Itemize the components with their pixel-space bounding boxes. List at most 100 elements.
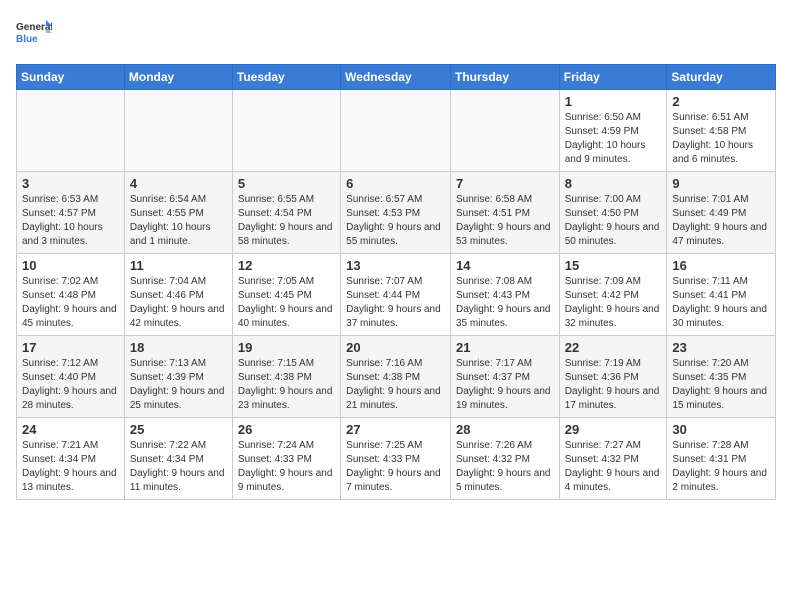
- calendar-cell: 11Sunrise: 7:04 AM Sunset: 4:46 PM Dayli…: [124, 254, 232, 336]
- calendar-week-row: 17Sunrise: 7:12 AM Sunset: 4:40 PM Dayli…: [17, 336, 776, 418]
- calendar-cell: 8 Sunrise: 7:00 AM Sunset: 4:50 PM Daylig…: [559, 172, 667, 254]
- day-number: 8: [565, 176, 662, 191]
- day-info: Sunrise: 7:05 AM Sunset: 4:45 PM Dayligh…: [238, 275, 335, 331]
- calendar-cell: 28Sunrise: 7:26 AM Sunset: 4:32 PM Dayli…: [450, 418, 559, 500]
- day-info: Sunrise: 7:01 AM Sunset: 4:49 PM Dayligh…: [672, 193, 770, 249]
- day-number: 4: [130, 176, 227, 191]
- day-number: 12: [238, 258, 335, 273]
- day-info: Sunrise: 7:26 AM Sunset: 4:32 PM Dayligh…: [456, 439, 554, 495]
- weekday-header: Saturday: [667, 65, 776, 90]
- day-number: 23: [672, 340, 770, 355]
- day-number: 7: [456, 176, 554, 191]
- day-info: Sunrise: 7:11 AM Sunset: 4:41 PM Dayligh…: [672, 275, 770, 331]
- calendar-cell: 10 Sunrise: 7:02 AM Sunset: 4:48 PM Dayli…: [17, 254, 125, 336]
- day-number: 16: [672, 258, 770, 273]
- calendar-cell: [17, 90, 125, 172]
- day-number: 6: [346, 176, 445, 191]
- day-number: 24: [22, 422, 119, 437]
- weekday-header: Wednesday: [341, 65, 451, 90]
- calendar-cell: 17Sunrise: 7:12 AM Sunset: 4:40 PM Dayli…: [17, 336, 125, 418]
- day-number: 29: [565, 422, 662, 437]
- calendar-cell: 24Sunrise: 7:21 AM Sunset: 4:34 PM Dayli…: [17, 418, 125, 500]
- calendar-cell: 27 Sunrise: 7:25 AM Sunset: 4:33 PM Dayli…: [341, 418, 451, 500]
- day-info: Sunrise: 7:08 AM Sunset: 4:43 PM Dayligh…: [456, 275, 554, 331]
- weekday-header: Thursday: [450, 65, 559, 90]
- logo-icon: General Blue: [16, 16, 52, 52]
- day-number: 10: [22, 258, 119, 273]
- day-info: Sunrise: 7:15 AM Sunset: 4:38 PM Dayligh…: [238, 357, 335, 413]
- day-info: Sunrise: 7:24 AM Sunset: 4:33 PM Dayligh…: [238, 439, 335, 495]
- day-info: Sunrise: 6:50 AM Sunset: 4:59 PM Dayligh…: [565, 111, 662, 167]
- day-info: Sunrise: 7:22 AM Sunset: 4:34 PM Dayligh…: [130, 439, 227, 495]
- calendar-cell: [124, 90, 232, 172]
- calendar-cell: 12 Sunrise: 7:05 AM Sunset: 4:45 PM Dayli…: [232, 254, 340, 336]
- day-info: Sunrise: 6:57 AM Sunset: 4:53 PM Dayligh…: [346, 193, 445, 249]
- day-info: Sunrise: 7:12 AM Sunset: 4:40 PM Dayligh…: [22, 357, 119, 413]
- day-info: Sunrise: 7:16 AM Sunset: 4:38 PM Dayligh…: [346, 357, 445, 413]
- day-info: Sunrise: 7:19 AM Sunset: 4:36 PM Dayligh…: [565, 357, 662, 413]
- day-number: 1: [565, 94, 662, 109]
- weekday-header: Tuesday: [232, 65, 340, 90]
- calendar-cell: 1 Sunrise: 6:50 AM Sunset: 4:59 PM Daylig…: [559, 90, 667, 172]
- day-info: Sunrise: 7:13 AM Sunset: 4:39 PM Dayligh…: [130, 357, 227, 413]
- day-number: 15: [565, 258, 662, 273]
- day-number: 14: [456, 258, 554, 273]
- calendar-cell: 13 Sunrise: 7:07 AM Sunset: 4:44 PM Dayli…: [341, 254, 451, 336]
- day-number: 25: [130, 422, 227, 437]
- day-number: 2: [672, 94, 770, 109]
- calendar-cell: [232, 90, 340, 172]
- day-info: Sunrise: 7:27 AM Sunset: 4:32 PM Dayligh…: [565, 439, 662, 495]
- weekday-header-row: SundayMondayTuesdayWednesdayThursdayFrid…: [17, 65, 776, 90]
- day-info: Sunrise: 7:04 AM Sunset: 4:46 PM Dayligh…: [130, 275, 227, 331]
- calendar-cell: 3Sunrise: 6:53 AM Sunset: 4:57 PM Daylig…: [17, 172, 125, 254]
- calendar-cell: 15 Sunrise: 7:09 AM Sunset: 4:42 PM Dayli…: [559, 254, 667, 336]
- day-number: 13: [346, 258, 445, 273]
- calendar-cell: 21Sunrise: 7:17 AM Sunset: 4:37 PM Dayli…: [450, 336, 559, 418]
- day-number: 26: [238, 422, 335, 437]
- logo: General Blue: [16, 16, 52, 52]
- calendar-week-row: 3Sunrise: 6:53 AM Sunset: 4:57 PM Daylig…: [17, 172, 776, 254]
- day-info: Sunrise: 6:58 AM Sunset: 4:51 PM Dayligh…: [456, 193, 554, 249]
- svg-text:Blue: Blue: [16, 34, 38, 45]
- day-number: 22: [565, 340, 662, 355]
- day-number: 20: [346, 340, 445, 355]
- calendar-cell: [341, 90, 451, 172]
- calendar-cell: 25 Sunrise: 7:22 AM Sunset: 4:34 PM Dayli…: [124, 418, 232, 500]
- calendar-cell: 30 Sunrise: 7:28 AM Sunset: 4:31 PM Dayli…: [667, 418, 776, 500]
- calendar-week-row: 1 Sunrise: 6:50 AM Sunset: 4:59 PM Daylig…: [17, 90, 776, 172]
- day-info: Sunrise: 6:51 AM Sunset: 4:58 PM Dayligh…: [672, 111, 770, 167]
- day-info: Sunrise: 6:54 AM Sunset: 4:55 PM Dayligh…: [130, 193, 227, 249]
- calendar-cell: 22 Sunrise: 7:19 AM Sunset: 4:36 PM Dayli…: [559, 336, 667, 418]
- day-info: Sunrise: 7:00 AM Sunset: 4:50 PM Dayligh…: [565, 193, 662, 249]
- calendar-cell: 4 Sunrise: 6:54 AM Sunset: 4:55 PM Daylig…: [124, 172, 232, 254]
- day-info: Sunrise: 7:02 AM Sunset: 4:48 PM Dayligh…: [22, 275, 119, 331]
- calendar-cell: 20 Sunrise: 7:16 AM Sunset: 4:38 PM Dayli…: [341, 336, 451, 418]
- day-number: 5: [238, 176, 335, 191]
- calendar-cell: 2 Sunrise: 6:51 AM Sunset: 4:58 PM Daylig…: [667, 90, 776, 172]
- day-number: 19: [238, 340, 335, 355]
- calendar-cell: 23 Sunrise: 7:20 AM Sunset: 4:35 PM Dayli…: [667, 336, 776, 418]
- calendar-table: SundayMondayTuesdayWednesdayThursdayFrid…: [16, 64, 776, 500]
- calendar-week-row: 10 Sunrise: 7:02 AM Sunset: 4:48 PM Dayli…: [17, 254, 776, 336]
- calendar-cell: 6 Sunrise: 6:57 AM Sunset: 4:53 PM Daylig…: [341, 172, 451, 254]
- day-number: 18: [130, 340, 227, 355]
- page-header: General Blue: [16, 16, 776, 52]
- weekday-header: Sunday: [17, 65, 125, 90]
- day-info: Sunrise: 7:07 AM Sunset: 4:44 PM Dayligh…: [346, 275, 445, 331]
- calendar-cell: 16 Sunrise: 7:11 AM Sunset: 4:41 PM Dayli…: [667, 254, 776, 336]
- day-info: Sunrise: 6:55 AM Sunset: 4:54 PM Dayligh…: [238, 193, 335, 249]
- calendar-week-row: 24Sunrise: 7:21 AM Sunset: 4:34 PM Dayli…: [17, 418, 776, 500]
- day-info: Sunrise: 6:53 AM Sunset: 4:57 PM Dayligh…: [22, 193, 119, 249]
- calendar-cell: 19 Sunrise: 7:15 AM Sunset: 4:38 PM Dayli…: [232, 336, 340, 418]
- calendar-cell: 26 Sunrise: 7:24 AM Sunset: 4:33 PM Dayli…: [232, 418, 340, 500]
- calendar-cell: 5 Sunrise: 6:55 AM Sunset: 4:54 PM Daylig…: [232, 172, 340, 254]
- calendar-cell: 7 Sunrise: 6:58 AM Sunset: 4:51 PM Daylig…: [450, 172, 559, 254]
- day-info: Sunrise: 7:28 AM Sunset: 4:31 PM Dayligh…: [672, 439, 770, 495]
- day-info: Sunrise: 7:09 AM Sunset: 4:42 PM Dayligh…: [565, 275, 662, 331]
- day-info: Sunrise: 7:25 AM Sunset: 4:33 PM Dayligh…: [346, 439, 445, 495]
- day-info: Sunrise: 7:20 AM Sunset: 4:35 PM Dayligh…: [672, 357, 770, 413]
- day-number: 27: [346, 422, 445, 437]
- calendar-cell: 29 Sunrise: 7:27 AM Sunset: 4:32 PM Dayli…: [559, 418, 667, 500]
- logo-text: General Blue: [16, 16, 52, 52]
- day-number: 30: [672, 422, 770, 437]
